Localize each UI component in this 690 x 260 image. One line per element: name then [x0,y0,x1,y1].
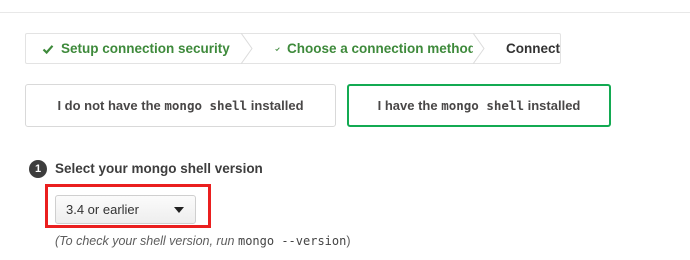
check-icon [42,44,54,54]
hint-suffix: ) [346,234,351,248]
caret-down-icon [174,207,184,213]
shell-version-select[interactable]: 3.4 or earlier [55,195,196,224]
option-code: mongo shell [164,98,248,113]
version-hint: (To check your shell version, run mongo … [55,234,351,248]
step-label: Setup connection security [61,41,230,56]
step-number-badge: 1 [29,160,47,178]
option-prefix: I do not have the [57,98,161,113]
step-label: Choose a connection method [286,41,476,56]
top-divider [0,12,690,13]
no-shell-installed-option[interactable]: I do not have the mongo shell installed [25,84,336,127]
option-suffix: installed [250,98,304,113]
hint-prefix: (To check your shell version, run [55,234,235,248]
shell-installed-option[interactable]: I have the mongo shell installed [347,84,611,127]
hint-command: mongo --version [237,234,347,248]
chevron-separator-icon [241,33,253,64]
option-suffix: installed [527,98,581,113]
connection-steps-breadcrumb: Setup connection security Choose a conne… [25,33,561,64]
step-connect[interactable]: Connect [476,34,560,63]
select-value: 3.4 or earlier [66,202,139,217]
step-setup-security[interactable]: Setup connection security [26,33,253,64]
option-prefix: I have the [377,98,438,113]
chevron-separator-icon [473,33,485,64]
step-label: Connect [506,41,560,56]
option-code: mongo shell [441,98,524,113]
check-icon [275,46,280,51]
step-choose-method[interactable]: Choose a connection method [244,33,485,64]
section-title: Select your mongo shell version [55,161,263,176]
